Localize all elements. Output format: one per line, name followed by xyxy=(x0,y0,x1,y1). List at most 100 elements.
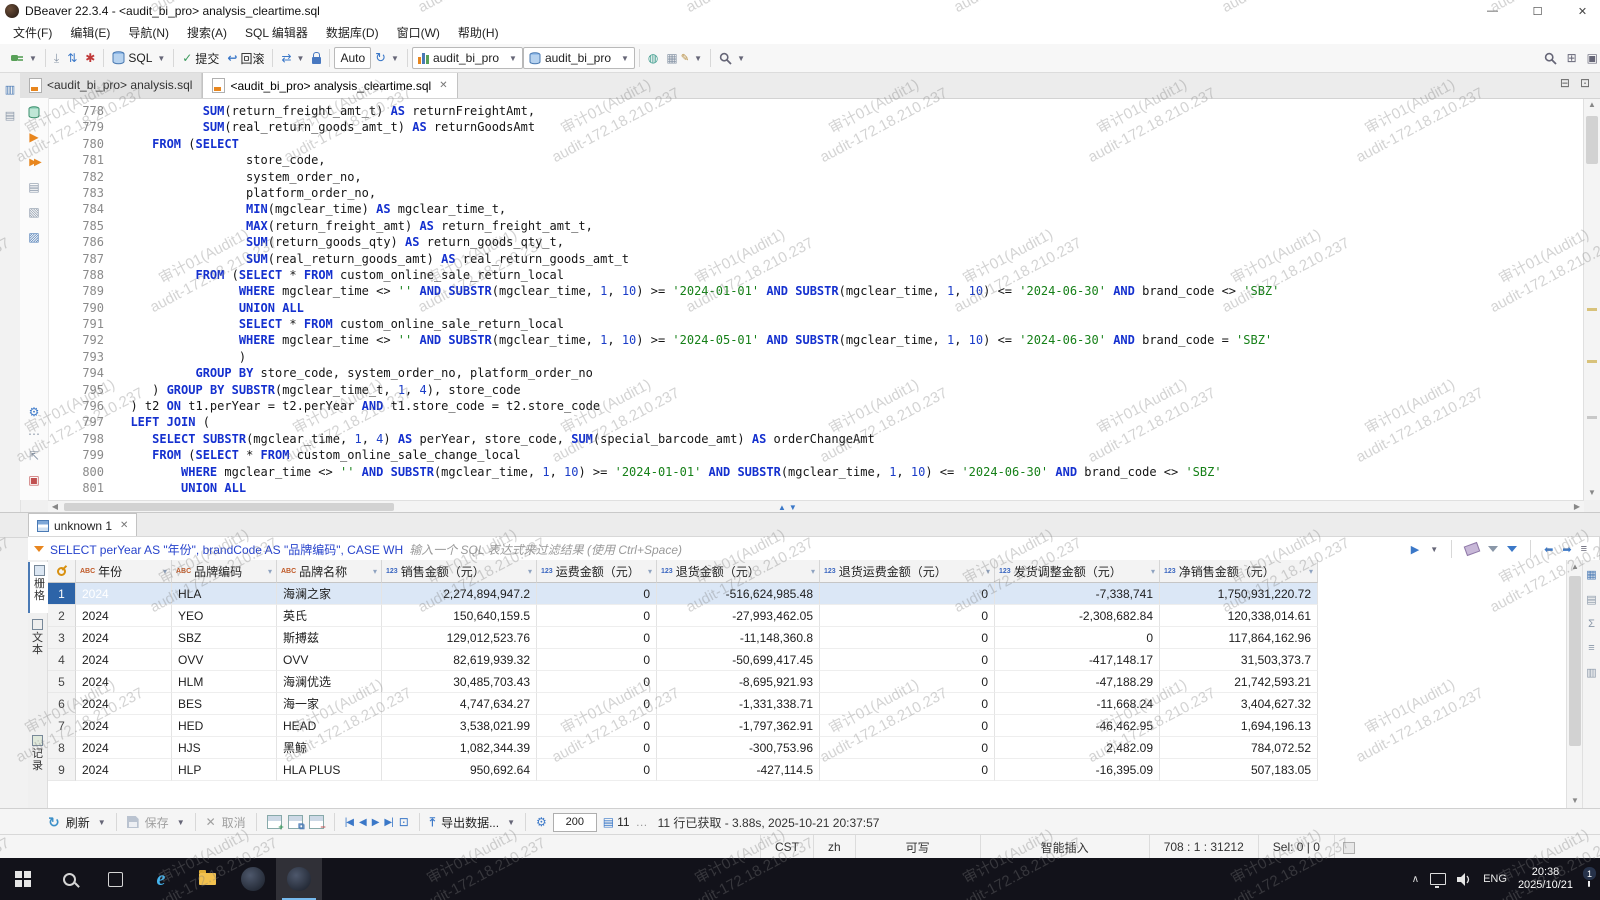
row-number[interactable]: 5 xyxy=(48,671,76,693)
menu-item-6[interactable]: 窗口(W) xyxy=(388,22,449,44)
grid-cell[interactable]: 0 xyxy=(820,759,995,781)
filter-placeholder[interactable]: 输入一个 SQL 表达式来过滤结果 (使用 Ctrl+Space) xyxy=(409,541,682,558)
save-label[interactable]: 保存 xyxy=(145,814,169,831)
column-header-8[interactable]: 123发货调整金额（元）▾ xyxy=(995,560,1160,583)
grid-cell[interactable]: -2,308,682.84 xyxy=(995,605,1160,627)
grid-cell[interactable]: 0 xyxy=(537,737,657,759)
grid-cell[interactable]: 31,503,373.7 xyxy=(1160,649,1318,671)
restore-projects-panel-icon[interactable]: ▤ xyxy=(3,108,17,122)
menu-item-3[interactable]: 搜索(A) xyxy=(178,22,236,44)
edit-filter-icon[interactable] xyxy=(1488,546,1498,552)
grid-cell[interactable]: 0 xyxy=(537,583,657,605)
references-panel-icon[interactable]: ▥ xyxy=(1586,666,1596,679)
calc-panel-icon[interactable]: Σ xyxy=(1588,618,1595,630)
network-profile-icon[interactable]: ◍ xyxy=(644,49,662,67)
commit-button[interactable]: ✓提交 xyxy=(178,48,223,69)
tab-close-icon[interactable]: ✕ xyxy=(120,520,128,531)
close-button[interactable]: ✕ xyxy=(1560,0,1600,22)
execute-script-icon[interactable]: ▶▶ xyxy=(26,154,42,170)
grid-cell[interactable]: HLA PLUS xyxy=(277,759,382,781)
connection-status-icon[interactable] xyxy=(26,104,42,120)
collapse-up-icon[interactable]: ▲ xyxy=(778,503,786,512)
menu-item-1[interactable]: 编辑(E) xyxy=(61,22,119,44)
grid-cell[interactable]: -50,699,417.45 xyxy=(657,649,820,671)
grid-cell[interactable]: HEAD xyxy=(277,715,382,737)
schema-combo[interactable]: audit_bi_pro ▼ xyxy=(523,47,635,69)
grid-cell[interactable]: 2,482.09 xyxy=(995,737,1160,759)
internet-explorer-button[interactable]: e xyxy=(138,858,184,900)
edit-templates-button[interactable]: ▦✎▼ xyxy=(662,49,706,67)
column-filter-icon[interactable]: ▾ xyxy=(1309,567,1313,576)
sql-dialect-button[interactable]: SQL ▼ xyxy=(108,49,169,67)
abort-connection-icon[interactable]: ✱ xyxy=(81,49,99,67)
restore-database-navigator-icon[interactable]: ▥ xyxy=(3,82,17,96)
grid-cell[interactable]: HLM xyxy=(172,671,277,693)
row-number[interactable]: 2 xyxy=(48,605,76,627)
tab-analysis-sql[interactable]: <audit_bi_pro> analysis.sql xyxy=(20,72,202,98)
grid-cell[interactable]: 2024 xyxy=(76,627,172,649)
grid-cell[interactable]: 0 xyxy=(820,737,995,759)
column-header-9[interactable]: 123净销售金额（元）▾ xyxy=(1160,560,1318,583)
grid-cell[interactable]: 30,485,703.43 xyxy=(382,671,537,693)
results-filter-bar[interactable]: SELECT perYear AS "年份", brandCode AS "品牌… xyxy=(28,536,1600,562)
transaction-mode-button[interactable]: ⇄▼ xyxy=(277,49,308,67)
fetch-page-icon[interactable]: ⊡ xyxy=(399,815,409,829)
row-number[interactable]: 1 xyxy=(48,583,76,605)
column-filter-icon[interactable]: ▾ xyxy=(648,567,652,576)
grid-cell[interactable]: -11,148,360.8 xyxy=(657,627,820,649)
grid-cell[interactable]: 507,183.05 xyxy=(1160,759,1318,781)
column-filter-icon[interactable]: ▾ xyxy=(268,567,272,576)
column-filter-icon[interactable]: ▾ xyxy=(1151,567,1155,576)
reconnect-icon[interactable]: ⇅ xyxy=(63,49,81,67)
grid-cell[interactable]: HED xyxy=(172,715,277,737)
grid-cell[interactable]: 3,404,627.32 xyxy=(1160,693,1318,715)
grid-cell[interactable]: 海一家 xyxy=(277,693,382,715)
results-tab-unknown1[interactable]: unknown 1 ✕ xyxy=(28,513,137,537)
grid-cell[interactable]: -7,338,741 xyxy=(995,583,1160,605)
grid-view-tab[interactable]: 栅格 xyxy=(28,562,49,613)
transaction-log-button[interactable]: ↻▼ xyxy=(371,48,403,68)
grid-cell[interactable]: 0 xyxy=(537,649,657,671)
grid-cell[interactable]: 2024 xyxy=(76,649,172,671)
grid-cell[interactable]: 2024 xyxy=(76,583,172,605)
lock-button[interactable] xyxy=(308,50,325,66)
grid-cell[interactable]: 0 xyxy=(820,693,995,715)
export-log-icon[interactable]: ⇱ xyxy=(26,448,42,464)
grid-cell[interactable]: 0 xyxy=(537,671,657,693)
grid-cell[interactable]: 0 xyxy=(995,627,1160,649)
tab-analysis-cleartime-sql[interactable]: <audit_bi_pro> analysis_cleartime.sql ✕ xyxy=(202,72,457,98)
minimize-button[interactable]: — xyxy=(1470,0,1515,22)
grid-cell[interactable]: 0 xyxy=(820,715,995,737)
sql-code-editor[interactable]: 778 SUM(return_freight_amt_t) AS returnF… xyxy=(48,98,1584,505)
grid-cell[interactable]: 2024 xyxy=(76,715,172,737)
grid-cell[interactable]: 117,864,162.96 xyxy=(1160,627,1318,649)
grouping-panel-icon[interactable]: ▤ xyxy=(1586,593,1596,606)
grid-cell[interactable]: 2024 xyxy=(76,605,172,627)
save-filter-icon[interactable] xyxy=(1507,546,1517,552)
record-mode-tab[interactable]: 记录 xyxy=(28,732,47,783)
collapse-down-icon[interactable]: ▼ xyxy=(789,503,797,512)
grid-cell[interactable]: SBZ xyxy=(172,627,277,649)
chevron-down-icon[interactable]: ▼ xyxy=(507,818,515,827)
row-number[interactable]: 3 xyxy=(48,627,76,649)
grid-cell[interactable]: 2,274,894,947.2 xyxy=(382,583,537,605)
quick-search-icon[interactable] xyxy=(1544,52,1557,65)
grid-cell[interactable]: 1,750,931,220.72 xyxy=(1160,583,1318,605)
refresh-label[interactable]: 刷新 xyxy=(66,814,90,831)
file-explorer-button[interactable] xyxy=(184,858,230,900)
grid-cell[interactable]: -46,462.95 xyxy=(995,715,1160,737)
grid-cell[interactable]: OVV xyxy=(172,649,277,671)
grid-cell[interactable]: -8,695,921.93 xyxy=(657,671,820,693)
grid-cell[interactable]: 0 xyxy=(820,649,995,671)
last-row-icon[interactable]: ▶| xyxy=(384,817,392,828)
grid-cell[interactable]: -427,114.5 xyxy=(657,759,820,781)
previous-row-icon[interactable]: ◀ xyxy=(359,817,366,828)
grid-cell[interactable]: 1,082,344.39 xyxy=(382,737,537,759)
network-status-icon[interactable] xyxy=(1430,873,1446,885)
column-header-6[interactable]: 123退货金额（元）▾ xyxy=(657,560,820,583)
grid-cell[interactable]: -417,148.17 xyxy=(995,649,1160,671)
tray-expand-icon[interactable]: ∧ xyxy=(1412,874,1419,885)
error-log-icon[interactable]: ▣ xyxy=(26,472,42,488)
scroll-up-icon[interactable]: ▲ xyxy=(1567,560,1583,574)
first-row-icon[interactable]: |◀ xyxy=(345,817,353,828)
